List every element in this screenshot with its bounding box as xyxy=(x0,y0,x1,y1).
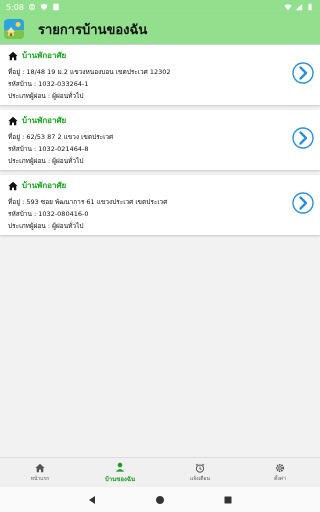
status-bar: 5:08 xyxy=(0,0,320,14)
house-address: ที่อยู่ : 18/48 19 ม.2 แขวงหนองบอน เขตปร… xyxy=(8,68,171,76)
wifi-icon xyxy=(284,4,292,11)
recents-icon[interactable] xyxy=(223,495,233,505)
nav-label: หน้าแรก xyxy=(30,475,50,482)
nav-notifications[interactable]: แจ้งเตือน xyxy=(160,458,240,487)
nav-home[interactable]: หน้าแรก xyxy=(0,458,80,487)
home-icon xyxy=(8,181,18,190)
nav-label: แจ้งเตือน xyxy=(190,475,210,482)
alarm-icon xyxy=(195,463,205,473)
house-address: ที่อยู่ : 62/53 87 2 แขวง เขตประเวศ xyxy=(8,133,114,141)
house-code: รหัสบ้าน : 1032-033264-1 xyxy=(8,80,89,88)
chevron-right-icon[interactable] xyxy=(292,127,314,149)
nav-settings[interactable]: ตั้งค่า xyxy=(240,458,320,487)
status-time: 5:08 xyxy=(6,2,24,12)
house-code: รหัสบ้าน : 1032-080416-0 xyxy=(8,210,89,218)
house-address: ที่อยู่ : 593 ซอย พัฒนาการ 61 แขวงประเวศ… xyxy=(8,198,168,206)
house-type: บ้านพักอาศัย xyxy=(22,116,67,125)
payment-type: ประเภทผู้ผ่อน : ผู้ผ่อนทั่วไป xyxy=(8,157,84,165)
payment-type: ประเภทผู้ผ่อน : ผู้ผ่อนทั่วไป xyxy=(8,92,84,100)
chevron-right-icon[interactable] xyxy=(292,62,314,84)
settings-notification-icon xyxy=(28,3,36,11)
shield-notification-icon xyxy=(40,3,48,11)
nav-label: ตั้งค่า xyxy=(274,475,286,482)
nav-my-house[interactable]: บ้านของฉัน xyxy=(80,458,160,487)
nav-label: บ้านของฉัน xyxy=(104,475,136,483)
house-card[interactable]: บ้านพักอาศัย ที่อยู่ : 18/48 19 ม.2 แขวง… xyxy=(0,45,320,105)
page-title: รายการบ้านของฉัน xyxy=(38,22,148,38)
home-icon xyxy=(8,116,18,125)
battery-icon xyxy=(308,3,312,11)
payment-type: ประเภทผู้ผ่อน : ผู้ผ่อนทั่วไป xyxy=(8,222,84,230)
back-icon[interactable] xyxy=(87,495,97,505)
home-circle-icon[interactable] xyxy=(155,495,165,505)
system-nav-bar xyxy=(0,487,320,512)
house-type: บ้านพักอาศัย xyxy=(22,51,67,60)
chevron-right-icon[interactable] xyxy=(292,192,314,214)
house-type: บ้านพักอาศัย xyxy=(22,181,67,190)
bottom-nav: หน้าแรก บ้านของฉัน แจ้งเตือน ตั้งค่า xyxy=(0,457,320,487)
signal-icon xyxy=(295,3,303,11)
card-header: บ้านพักอาศัย xyxy=(8,49,66,62)
house-list: บ้านพักอาศัย ที่อยู่ : 18/48 19 ม.2 แขวง… xyxy=(0,45,320,240)
home-icon xyxy=(8,51,18,60)
house-code: รหัสบ้าน : 1032-021464-8 xyxy=(8,145,89,153)
card-header: บ้านพักอาศัย xyxy=(8,179,66,192)
house-card[interactable]: บ้านพักอาศัย ที่อยู่ : 62/53 87 2 แขวง เ… xyxy=(0,110,320,170)
card-header: บ้านพักอาศัย xyxy=(8,114,66,127)
app-logo xyxy=(4,19,24,39)
card-notification-icon xyxy=(53,3,59,11)
app-bar: รายการบ้านของฉัน xyxy=(0,14,320,44)
gear-icon xyxy=(275,463,285,472)
house-card[interactable]: บ้านพักอาศัย ที่อยู่ : 593 ซอย พัฒนาการ … xyxy=(0,175,320,235)
person-icon xyxy=(115,462,125,472)
home-icon xyxy=(35,463,45,472)
